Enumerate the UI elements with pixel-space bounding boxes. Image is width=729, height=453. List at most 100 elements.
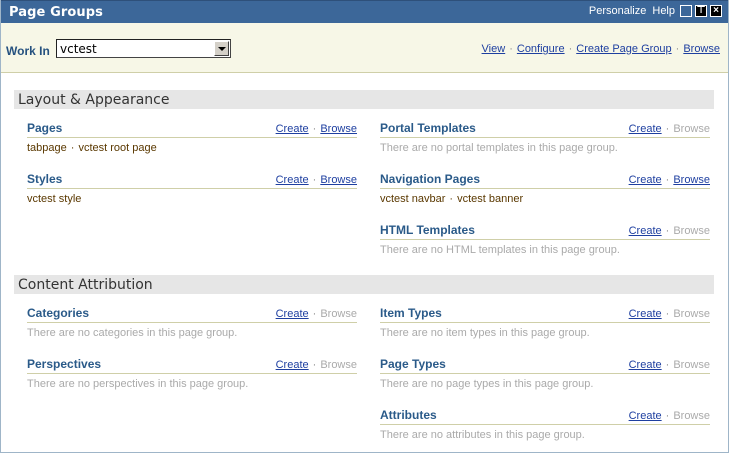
create-item-types-link[interactable]: Create — [629, 308, 662, 320]
block-item-types: Item Types Create · Browse There are no item… — [380, 306, 710, 339]
toolbar-links: View · Configure · Create Page Group · B… — [482, 43, 720, 55]
block-header: Styles Create · Browse — [27, 172, 357, 189]
browse-styles-link[interactable]: Browse — [320, 174, 357, 186]
link-separator: · — [568, 43, 573, 55]
personalize-link[interactable]: Personalize — [589, 5, 646, 17]
work-in-value: vctest — [60, 42, 97, 56]
maximize-icon[interactable]: ⊤ — [695, 5, 707, 17]
block-header: Navigation Pages Create · Browse — [380, 172, 710, 189]
view-link[interactable]: View — [482, 43, 506, 55]
block-body: vctest navbar · vctest banner — [380, 193, 710, 205]
create-page-group-link[interactable]: Create Page Group — [576, 43, 671, 55]
section-title: Layout & Appearance — [18, 92, 170, 108]
block-attributes: Attributes Create · Browse There are no attr… — [380, 408, 710, 441]
block-body: There are no attributes in this page gro… — [380, 429, 710, 441]
work-in-select[interactable]: vctest — [56, 39, 231, 58]
create-pages-link[interactable]: Create — [276, 123, 309, 135]
block-actions: Create · Browse — [629, 359, 710, 371]
create-navigation-pages-link[interactable]: Create — [629, 174, 662, 186]
create-categories-link[interactable]: Create — [276, 308, 309, 320]
block-perspectives: Perspectives Create · Browse There are no pe… — [27, 357, 357, 390]
block-html-templates: HTML Templates Create · Browse There are no … — [380, 223, 710, 256]
chevron-down-icon[interactable] — [214, 41, 229, 56]
block-body: There are no portal templates in this pa… — [380, 142, 710, 154]
link-separator: · — [312, 174, 317, 186]
block-actions: Create · Browse — [629, 410, 710, 422]
list-item[interactable]: tabpage — [27, 142, 67, 154]
block-body: There are no perspectives in this page g… — [27, 378, 357, 390]
block-title-categories: Categories — [27, 306, 90, 320]
browse-page-types-disabled: Browse — [673, 359, 710, 371]
block-title-styles: Styles — [27, 172, 63, 186]
empty-message: There are no item types in this page gro… — [380, 327, 590, 339]
block-header: Portal Templates Create · Browse — [380, 121, 710, 138]
titlebar-links: Personalize Help ⊤ × — [589, 5, 722, 17]
block-header: HTML Templates Create · Browse — [380, 223, 710, 240]
block-actions: Create · Browse — [629, 308, 710, 320]
link-separator: · — [665, 359, 670, 371]
link-separator: · — [312, 308, 317, 320]
portlet-titlebar: Page Groups Personalize Help ⊤ × — [1, 0, 728, 23]
block-body: There are no HTML templates in this page… — [380, 244, 710, 256]
list-item[interactable]: vctest root page — [78, 142, 156, 154]
browse-portal-templates-disabled: Browse — [673, 123, 710, 135]
block-title-portal-templates: Portal Templates — [380, 121, 476, 135]
block-actions: Create · Browse — [276, 174, 357, 186]
block-body: There are no categories in this page gro… — [27, 327, 357, 339]
block-actions: Create · Browse — [276, 308, 357, 320]
section-title: Content Attribution — [18, 277, 153, 293]
restore-icon[interactable] — [680, 5, 692, 17]
empty-message: There are no HTML templates in this page… — [380, 244, 620, 256]
block-body: There are no page types in this page gro… — [380, 378, 710, 390]
block-header: Categories Create · Browse — [27, 306, 357, 323]
block-categories: Categories Create · Browse There are no cate… — [27, 306, 357, 339]
empty-message: There are no page types in this page gro… — [380, 378, 594, 390]
browse-pages-link[interactable]: Browse — [320, 123, 357, 135]
configure-link[interactable]: Configure — [517, 43, 565, 55]
block-body: There are no item types in this page gro… — [380, 327, 710, 339]
browse-html-templates-disabled: Browse — [673, 225, 710, 237]
portlet-title: Page Groups — [9, 5, 104, 20]
link-separator: · — [665, 123, 670, 135]
create-html-templates-link[interactable]: Create — [629, 225, 662, 237]
link-separator: · — [665, 410, 670, 422]
block-actions: Create · Browse — [276, 123, 357, 135]
browse-item-types-disabled: Browse — [673, 308, 710, 320]
create-styles-link[interactable]: Create — [276, 174, 309, 186]
item-separator: · — [70, 142, 75, 154]
create-page-types-link[interactable]: Create — [629, 359, 662, 371]
create-portal-templates-link[interactable]: Create — [629, 123, 662, 135]
create-perspectives-link[interactable]: Create — [276, 359, 309, 371]
block-title-pages: Pages — [27, 121, 63, 135]
empty-message: There are no categories in this page gro… — [27, 327, 238, 339]
link-separator: · — [509, 43, 513, 55]
link-separator: · — [312, 359, 317, 371]
block-body: tabpage · vctest root page — [27, 142, 357, 154]
section-layout-appearance: Layout & Appearance — [14, 90, 714, 109]
browse-navigation-pages-link[interactable]: Browse — [673, 174, 710, 186]
browse-page-groups-link[interactable]: Browse — [683, 43, 720, 55]
item-separator: · — [449, 193, 454, 205]
block-actions: Create · Browse — [629, 174, 710, 186]
browse-attributes-disabled: Browse — [673, 410, 710, 422]
page-groups-portlet: Page Groups Personalize Help ⊤ × Work In… — [0, 0, 729, 453]
list-item[interactable]: vctest navbar — [380, 193, 445, 205]
close-icon[interactable]: × — [710, 5, 722, 17]
block-header: Item Types Create · Browse — [380, 306, 710, 323]
browse-perspectives-disabled: Browse — [320, 359, 357, 371]
block-title-navigation-pages: Navigation Pages — [380, 172, 481, 186]
create-attributes-link[interactable]: Create — [629, 410, 662, 422]
block-actions: Create · Browse — [629, 225, 710, 237]
link-separator: · — [675, 43, 680, 55]
work-in-toolbar: Work In vctest View · Configure · Create… — [1, 23, 728, 73]
link-separator: · — [665, 174, 670, 186]
list-item[interactable]: vctest style — [27, 193, 81, 205]
block-title-item-types: Item Types — [380, 306, 442, 320]
link-separator: · — [312, 123, 317, 135]
block-header: Page Types Create · Browse — [380, 357, 710, 374]
help-link[interactable]: Help — [652, 5, 675, 17]
empty-message: There are no attributes in this page gro… — [380, 429, 585, 441]
block-header: Attributes Create · Browse — [380, 408, 710, 425]
list-item[interactable]: vctest banner — [457, 193, 523, 205]
block-portal-templates: Portal Templates Create · Browse There are n… — [380, 121, 710, 154]
